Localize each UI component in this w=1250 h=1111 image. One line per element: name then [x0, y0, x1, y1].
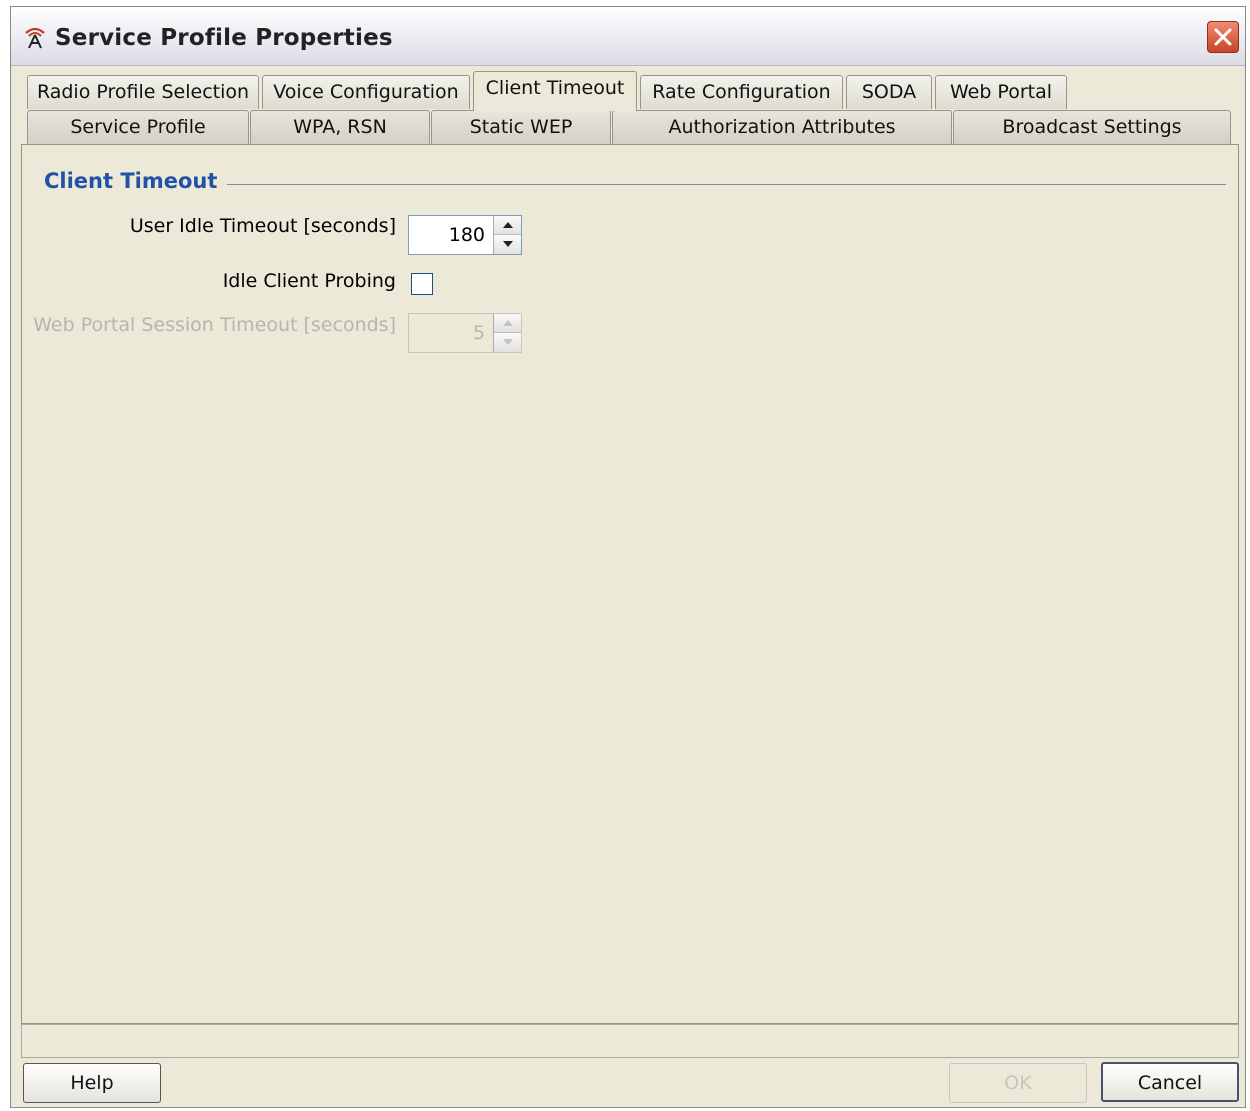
arrow-down-icon — [503, 339, 513, 345]
tab-rate-configuration[interactable]: Rate Configuration — [640, 75, 843, 109]
spin-up-button[interactable] — [494, 216, 521, 235]
user-idle-timeout-label: User Idle Timeout [seconds] — [129, 215, 396, 237]
spin-down-button[interactable] — [494, 235, 521, 254]
arrow-up-icon — [503, 320, 513, 326]
close-button[interactable] — [1207, 21, 1239, 53]
tab-static-wep[interactable]: Static WEP — [431, 110, 611, 145]
section-title: Client Timeout — [44, 169, 228, 193]
status-strip — [21, 1024, 1239, 1058]
tab-wpa-rsn[interactable]: WPA, RSN — [250, 110, 430, 145]
tab-authorization-attributes[interactable]: Authorization Attributes — [612, 110, 952, 145]
web-portal-session-timeout-spinner[interactable]: 5 — [408, 313, 522, 353]
spin-down-button-disabled[interactable] — [494, 333, 521, 352]
service-profile-dialog: Service Profile Properties Radio Profile… — [10, 6, 1246, 1108]
spinner-arrows — [493, 216, 521, 254]
tab-client-timeout[interactable]: Client Timeout — [473, 71, 637, 111]
window-title: Service Profile Properties — [55, 25, 393, 51]
spinner-arrows-disabled — [493, 314, 521, 352]
cancel-button[interactable]: Cancel — [1101, 1062, 1239, 1102]
web-portal-session-timeout-label: Web Portal Session Timeout [seconds] — [33, 314, 396, 336]
tab-strip: Radio Profile Selection Voice Configurat… — [11, 65, 1245, 145]
tab-voice-configuration[interactable]: Voice Configuration — [262, 75, 470, 109]
idle-client-probing-checkbox[interactable] — [411, 273, 433, 295]
help-button[interactable]: Help — [23, 1063, 161, 1103]
spin-up-button-disabled[interactable] — [494, 314, 521, 333]
title-bar[interactable]: Service Profile Properties — [11, 7, 1245, 66]
idle-client-probing-label: Idle Client Probing — [222, 270, 396, 292]
close-icon — [1208, 28, 1238, 57]
arrow-down-icon — [503, 241, 513, 247]
tab-broadcast-settings[interactable]: Broadcast Settings — [953, 110, 1231, 145]
tab-service-profile[interactable]: Service Profile — [27, 110, 249, 145]
user-idle-timeout-value[interactable]: 180 — [449, 224, 485, 246]
user-idle-timeout-spinner[interactable]: 180 — [408, 215, 522, 255]
client-timeout-panel: Client Timeout User Idle Timeout [second… — [21, 144, 1239, 1024]
antenna-icon — [23, 27, 47, 49]
web-portal-session-timeout-value[interactable]: 5 — [473, 322, 485, 344]
tab-soda[interactable]: SODA — [846, 75, 932, 109]
ok-button[interactable]: OK — [949, 1063, 1087, 1103]
tab-radio-profile-selection[interactable]: Radio Profile Selection — [27, 75, 259, 109]
arrow-up-icon — [503, 222, 513, 228]
tab-web-portal[interactable]: Web Portal — [935, 75, 1067, 109]
